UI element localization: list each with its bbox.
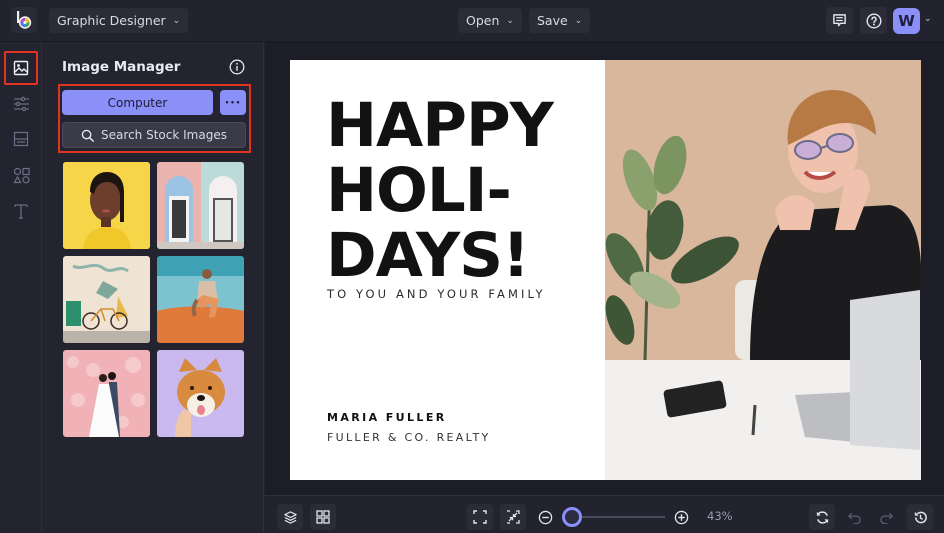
- zoom-slider-track[interactable]: [573, 516, 665, 518]
- name-text[interactable]: MARIA FULLER: [327, 411, 447, 424]
- refresh-icon: [816, 510, 828, 524]
- info-icon: [229, 59, 245, 75]
- shrink-icon: [507, 510, 520, 524]
- computer-upload-button[interactable]: Computer: [62, 90, 213, 115]
- actual-size-button[interactable]: [500, 504, 526, 530]
- tool-rail: [0, 42, 42, 533]
- undo-button[interactable]: [841, 504, 867, 530]
- thumbnail-shiba-dog[interactable]: [157, 350, 244, 437]
- open-dropdown[interactable]: Open ⌄: [458, 8, 522, 33]
- shapes-icon: [12, 167, 30, 183]
- comment-icon: [833, 14, 846, 27]
- rail-item-text[interactable]: [4, 194, 38, 228]
- search-icon: [81, 129, 94, 142]
- open-label: Open: [466, 13, 500, 28]
- layers-icon: [283, 510, 297, 524]
- top-bar: Graphic Designer ⌄ Open ⌄ Save ⌄ W ⌄: [0, 0, 944, 42]
- image-manager-panel: Image Manager Computer ••• Search Stock …: [43, 42, 264, 533]
- chevron-down-icon: ⌄: [172, 15, 181, 26]
- plus-circle-icon: [674, 510, 688, 524]
- redo-icon: [879, 512, 893, 524]
- text-icon: [14, 204, 28, 219]
- rail-item-graphics[interactable]: [4, 158, 38, 192]
- search-label: Search Stock Images: [101, 128, 227, 142]
- company-text[interactable]: FULLER & CO. REALTY: [327, 431, 491, 444]
- grid-icon: [316, 510, 330, 524]
- zoom-slider-thumb[interactable]: [562, 507, 582, 527]
- mode-label: Graphic Designer: [57, 13, 166, 28]
- thumbnail-pastel-doors[interactable]: [157, 162, 244, 249]
- design-canvas[interactable]: HAPPY HOLI- DAYS! TO YOU AND YOUR FAMILY…: [290, 60, 921, 480]
- save-dropdown[interactable]: Save ⌄: [529, 8, 591, 33]
- minus-circle-icon: [538, 510, 552, 524]
- canvas-photo[interactable]: [605, 60, 921, 480]
- chevron-down-icon: ⌄: [574, 15, 583, 26]
- thumbnail-image: [63, 162, 150, 249]
- zoom-value: 43%: [707, 509, 733, 523]
- thumbnail-image: [157, 162, 244, 249]
- layers-button[interactable]: [277, 504, 303, 530]
- history-icon: [914, 511, 927, 523]
- help-icon: [865, 12, 882, 29]
- save-label: Save: [537, 13, 568, 28]
- zoom-in-button[interactable]: [668, 504, 694, 530]
- headline[interactable]: HAPPY HOLI- DAYS!: [326, 90, 554, 291]
- rail-item-layouts[interactable]: [4, 122, 38, 156]
- image-icon: [13, 60, 29, 76]
- thumbnail-man-on-sand[interactable]: [157, 256, 244, 343]
- bottom-toolbar: 43%: [265, 495, 944, 533]
- headline-line: DAYS!: [326, 220, 530, 291]
- info-button[interactable]: [229, 59, 245, 79]
- comments-button[interactable]: [826, 7, 853, 34]
- help-button[interactable]: [860, 7, 887, 34]
- subtitle-text[interactable]: TO YOU AND YOUR FAMILY: [327, 287, 546, 301]
- search-stock-images-button[interactable]: Search Stock Images: [62, 122, 246, 148]
- headline-line: HAPPY: [326, 90, 554, 161]
- history-button[interactable]: [907, 504, 933, 530]
- thumbnail-image: [157, 256, 244, 343]
- more-icon: •••: [224, 98, 242, 107]
- app: Graphic Designer ⌄ Open ⌄ Save ⌄ W ⌄ Ima…: [0, 0, 944, 533]
- befunky-logo-icon: [17, 11, 32, 29]
- thumbnail-image: [63, 256, 150, 343]
- chevron-down-icon: ⌄: [506, 15, 514, 26]
- zoom-out-button[interactable]: [532, 504, 558, 530]
- thumbnail-mural-bicycle[interactable]: [63, 256, 150, 343]
- layout-icon: [13, 131, 29, 147]
- mode-dropdown[interactable]: Graphic Designer ⌄: [49, 8, 189, 33]
- app-logo[interactable]: [11, 7, 37, 33]
- sliders-icon: [13, 96, 29, 112]
- rail-item-image-manager[interactable]: [4, 51, 38, 85]
- more-options-button[interactable]: •••: [220, 90, 246, 115]
- refresh-button[interactable]: [809, 504, 835, 530]
- grid-button[interactable]: [310, 504, 336, 530]
- fit-screen-button[interactable]: [467, 504, 493, 530]
- chevron-down-icon[interactable]: ⌄: [924, 14, 932, 24]
- rail-item-adjust[interactable]: [4, 87, 38, 121]
- user-avatar[interactable]: W: [893, 8, 920, 34]
- headline-line: HOLI-: [326, 155, 512, 226]
- thumbnail-image: [157, 350, 244, 437]
- panel-title: Image Manager: [62, 59, 181, 75]
- thumbnail-wedding-couple[interactable]: [63, 350, 150, 437]
- undo-icon: [847, 512, 861, 524]
- thumbnail-woman-portrait[interactable]: [63, 162, 150, 249]
- thumbnail-image: [63, 350, 150, 437]
- redo-button[interactable]: [873, 504, 899, 530]
- expand-icon: [473, 510, 487, 524]
